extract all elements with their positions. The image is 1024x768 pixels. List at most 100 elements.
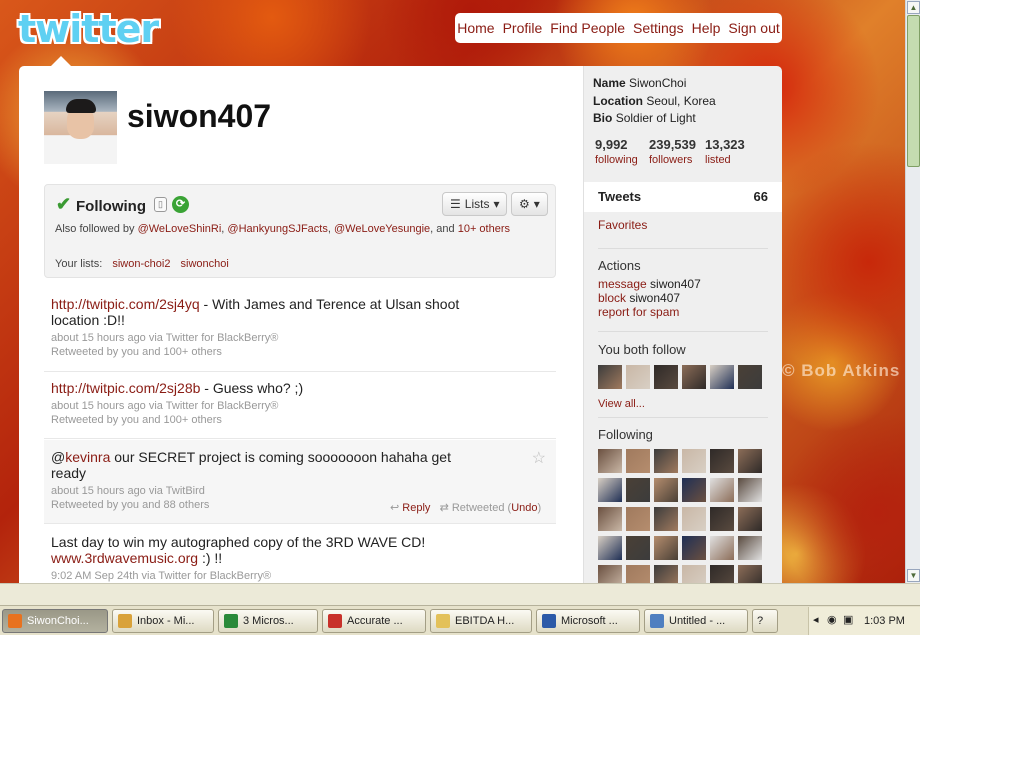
tweet-link[interactable]: http://twitpic.com/2sj4yq — [51, 296, 200, 312]
retweets-toggle-icon[interactable]: ⟳ — [172, 196, 189, 213]
user-avatar-thumbnail[interactable] — [710, 565, 734, 583]
tray-arrow-icon[interactable]: ◂ — [813, 613, 819, 626]
user-avatar-thumbnail[interactable] — [738, 478, 762, 502]
user-avatar-thumbnail[interactable] — [710, 365, 734, 389]
tweet-link[interactable]: www.3rdwavemusic.org — [51, 550, 198, 566]
tweet-mention[interactable]: kevinra — [65, 449, 110, 465]
user-avatar-thumbnail[interactable] — [598, 565, 622, 583]
user-avatar-thumbnail[interactable] — [738, 449, 762, 473]
user-avatar-thumbnail[interactable] — [654, 507, 678, 531]
tweet-retweet-info: Retweeted by you and 100+ others — [51, 346, 222, 358]
tray-app-icon[interactable]: ◉ — [827, 613, 837, 626]
stat-listed[interactable]: 13,323 listed — [705, 137, 745, 166]
user-avatar-thumbnail[interactable] — [682, 507, 706, 531]
also-followed-user[interactable]: @WeLoveYesungie — [334, 223, 430, 235]
scroll-up-arrow-icon[interactable]: ▲ — [907, 1, 920, 14]
tweet-body: our SECRET project is coming sooooooon h… — [51, 449, 451, 481]
user-avatar-thumbnail[interactable] — [682, 536, 706, 560]
device-updates-icon[interactable]: ▯ — [154, 197, 167, 212]
nav-find-people[interactable]: Find People — [550, 20, 625, 36]
user-avatar-thumbnail[interactable] — [710, 449, 734, 473]
nav-settings[interactable]: Settings — [633, 20, 684, 36]
network-icon[interactable]: ▣ — [843, 613, 853, 626]
user-avatar-thumbnail[interactable] — [598, 365, 622, 389]
taskbar-button[interactable]: Inbox - Mi... — [112, 609, 214, 633]
user-avatar-thumbnail[interactable] — [654, 449, 678, 473]
taskbar-button[interactable]: Accurate ... — [322, 609, 426, 633]
user-avatar-thumbnail[interactable] — [626, 365, 650, 389]
user-avatar-thumbnail[interactable] — [626, 507, 650, 531]
user-avatar-thumbnail[interactable] — [710, 507, 734, 531]
windows-taskbar: SiwonChoi... Inbox - Mi... 3 Micros... Accu… — [0, 605, 920, 635]
user-avatar-thumbnail[interactable] — [738, 507, 762, 531]
vertical-scrollbar[interactable]: ▲ ▼ — [905, 0, 920, 583]
list-link[interactable]: siwon-choi2 — [112, 258, 170, 270]
scroll-down-arrow-icon[interactable]: ▼ — [907, 569, 920, 582]
user-avatar-thumbnail[interactable] — [598, 507, 622, 531]
stat-label: listed — [705, 154, 731, 166]
gear-menu-button[interactable]: ⚙ ▾ — [511, 192, 548, 216]
user-avatar-thumbnail[interactable] — [626, 449, 650, 473]
nav-profile[interactable]: Profile — [503, 20, 543, 36]
avatar[interactable] — [44, 91, 117, 164]
user-avatar-thumbnail[interactable] — [682, 365, 706, 389]
stat-following[interactable]: 9,992 following — [595, 137, 638, 166]
message-user: siwon407 — [646, 277, 701, 291]
user-avatar-thumbnail[interactable] — [710, 536, 734, 560]
lists-button[interactable]: ☰ Lists ▾ — [442, 192, 508, 216]
user-avatar-thumbnail[interactable] — [654, 478, 678, 502]
scroll-thumb[interactable] — [907, 15, 920, 167]
twitter-logo[interactable]: twitter — [18, 8, 176, 50]
favorite-star-icon[interactable]: ☆ — [532, 448, 546, 468]
user-avatar-thumbnail[interactable] — [738, 565, 762, 583]
user-avatar-thumbnail[interactable] — [626, 478, 650, 502]
user-avatar-thumbnail[interactable] — [710, 478, 734, 502]
taskbar-button[interactable]: Microsoft ... — [536, 609, 640, 633]
user-avatar-thumbnail[interactable] — [598, 449, 622, 473]
list-link[interactable]: siwonchoi — [181, 258, 229, 270]
taskbar-button[interactable]: EBITDA H... — [430, 609, 532, 633]
stat-followers[interactable]: 239,539 followers — [649, 137, 696, 166]
also-followed-user[interactable]: @WeLoveShinRi — [138, 223, 222, 235]
location-label: Location — [593, 94, 643, 108]
tweet-link[interactable]: http://twitpic.com/2sj28b — [51, 380, 200, 396]
user-avatar-thumbnail[interactable] — [654, 565, 678, 583]
nav-home[interactable]: Home — [457, 20, 494, 36]
user-avatar-thumbnail[interactable] — [738, 365, 762, 389]
also-followed-more-link[interactable]: 10+ others — [458, 223, 510, 235]
taskbar-button[interactable]: SiwonChoi... — [2, 609, 108, 633]
check-icon: ✔ — [56, 194, 72, 214]
view-all-link[interactable]: View all... — [598, 398, 645, 410]
block-link[interactable]: block — [598, 291, 626, 305]
user-avatar-thumbnail[interactable] — [682, 478, 706, 502]
user-avatar-thumbnail[interactable] — [626, 536, 650, 560]
user-avatar-thumbnail[interactable] — [598, 536, 622, 560]
user-avatar-thumbnail[interactable] — [682, 565, 706, 583]
nav-sign-out[interactable]: Sign out — [728, 20, 779, 36]
message-link[interactable]: message — [598, 277, 647, 291]
tweet-meta[interactable]: about 15 hours ago via Twitter for Black… — [51, 400, 549, 412]
nav-help[interactable]: Help — [692, 20, 721, 36]
user-avatar-thumbnail[interactable] — [654, 536, 678, 560]
list-icon: ☰ — [450, 197, 461, 211]
also-followed-and: , and — [430, 223, 455, 235]
user-avatar-thumbnail[interactable] — [626, 565, 650, 583]
taskbar-button[interactable]: Untitled - ... — [644, 609, 748, 633]
taskbar-button[interactable]: 3 Micros... — [218, 609, 318, 633]
user-avatar-thumbnail[interactable] — [682, 449, 706, 473]
favorites-link[interactable]: Favorites — [598, 218, 647, 232]
user-avatar-thumbnail[interactable] — [598, 478, 622, 502]
top-navigation: Home Profile Find People Settings Help S… — [455, 13, 782, 43]
also-followed-user[interactable]: @HankyungSJFacts — [227, 223, 327, 235]
reply-button[interactable]: Reply — [402, 502, 430, 514]
help-tray-button[interactable]: ? — [752, 609, 778, 633]
tweet-meta[interactable]: about 15 hours ago via Twitter for Black… — [51, 332, 549, 344]
tweets-tab[interactable]: Tweets 66 — [584, 182, 782, 212]
undo-retweet-button[interactable]: Undo — [511, 502, 537, 514]
user-avatar-thumbnail[interactable] — [738, 536, 762, 560]
tweet-meta[interactable]: 9:02 AM Sep 24th via Twitter for BlackBe… — [51, 570, 549, 582]
user-avatar-thumbnail[interactable] — [654, 365, 678, 389]
stat-count: 13,323 — [705, 137, 745, 152]
report-spam-link[interactable]: report for spam — [598, 305, 679, 319]
tweet-meta[interactable]: about 15 hours ago via TwitBird — [51, 485, 549, 497]
